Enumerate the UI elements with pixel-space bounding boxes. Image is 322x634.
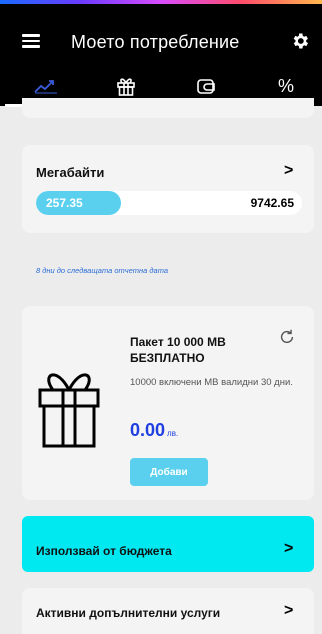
package-price: 0.00 лв. [130,420,178,441]
package-title: Пакет 10 000 MB БЕЗПЛАТНО [130,335,226,365]
gear-icon[interactable] [290,31,310,51]
previous-card-bottom [22,98,314,118]
app-header: Моето потребление % [0,4,322,107]
megabytes-progress-bar: 257.35 9742.65 [36,191,302,215]
wallet-icon [197,79,215,94]
package-description: 10000 включени MB валидни 30 дни. [130,377,293,388]
megabytes-card[interactable]: Мегабайти > 257.35 9742.65 [22,145,314,233]
active-services-label: Активни допълнителни услуги [36,606,221,620]
add-package-button[interactable]: Добави [130,458,208,486]
price-currency: лв. [167,429,179,438]
budget-button-label: Използвай от бюджета [36,544,172,558]
chevron-right-icon: > [284,540,294,557]
gift-icon [117,78,135,96]
megabytes-title: Мегабайти [36,165,105,180]
use-from-budget-button[interactable]: Използвай от бюджета > [22,516,314,572]
price-value: 0.00 [130,420,166,440]
trend-chart-icon [34,80,57,94]
chevron-right-icon[interactable]: > [284,162,293,180]
megabytes-remaining-value: 9742.65 [250,196,294,210]
chevron-right-icon: > [284,602,294,619]
refresh-icon[interactable] [278,328,296,346]
hamburger-menu-icon[interactable] [22,34,40,48]
active-services-row[interactable]: Активни допълнителни услуги > [22,588,314,634]
days-until-billing-note: 8 дни до следващата отчетна дата [36,266,169,275]
package-card: Пакет 10 000 MB БЕЗПЛАТНО 10000 включени… [22,306,314,500]
percent-icon: % [277,75,294,96]
gift-icon [38,373,100,448]
megabytes-used-value: 257.35 [46,196,83,210]
page-title: Моето потребление [71,32,240,52]
